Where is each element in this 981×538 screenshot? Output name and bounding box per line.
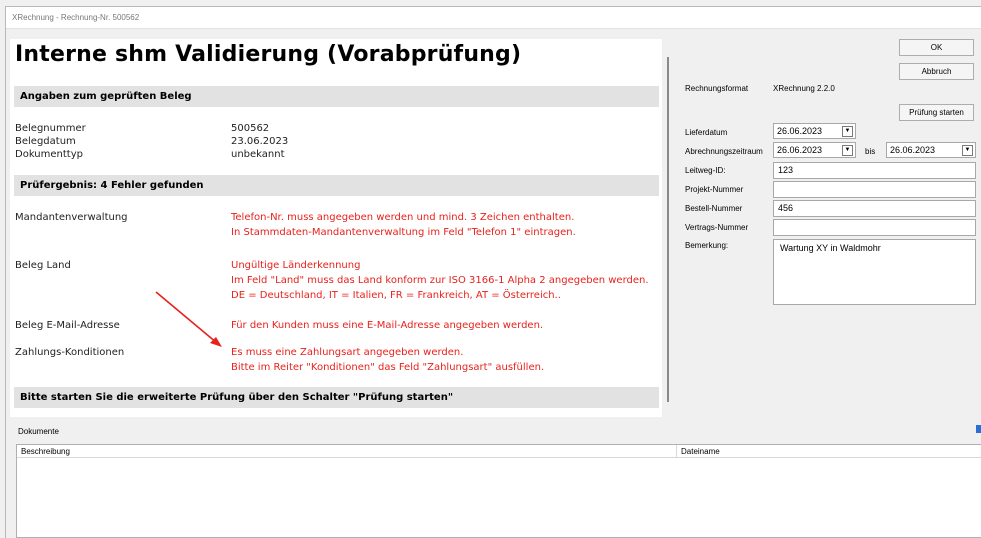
abrechnung-von-value: 26.06.2023 — [777, 145, 823, 155]
vertrags-nummer-label: Vertrags-Nummer — [685, 223, 749, 232]
lieferdatum-label: Lieferdatum — [685, 128, 728, 137]
projekt-nummer-label: Projekt-Nummer — [685, 185, 744, 194]
documents-grid[interactable]: Beschreibung Dateiname — [16, 444, 981, 538]
abrechnung-bis-value: 26.06.2023 — [890, 145, 936, 155]
vertical-divider — [667, 57, 669, 402]
chevron-down-icon[interactable]: ▼ — [842, 145, 853, 156]
projekt-nummer-input[interactable] — [773, 181, 976, 198]
validation-report: Interne shm Validierung (Vorabprüfung) A… — [10, 39, 662, 417]
lieferdatum-picker[interactable]: 26.06.2023 ▼ — [773, 123, 856, 139]
bestell-nummer-input[interactable]: 456 — [773, 200, 976, 217]
bemerkung-textarea[interactable]: Wartung XY in Waldmohr — [773, 239, 976, 305]
lieferdatum-value: 26.06.2023 — [777, 126, 823, 136]
bestell-nummer-label: Bestell-Nummer — [685, 204, 743, 213]
rechnungsformat-value: XRechnung 2.2.0 — [773, 84, 835, 93]
leitweg-id-input[interactable]: 123 — [773, 162, 976, 179]
dokumente-label: Dokumente — [18, 427, 59, 436]
bemerkung-label: Bemerkung: — [685, 241, 729, 250]
chevron-down-icon[interactable]: ▼ — [842, 126, 853, 137]
bis-label: bis — [865, 147, 876, 156]
abrechnung-von-picker[interactable]: 26.06.2023 ▼ — [773, 142, 856, 158]
vertrags-nummer-input[interactable] — [773, 219, 976, 236]
leitweg-id-label: Leitweg-ID: — [685, 166, 726, 175]
abrechnungszeitraum-label: Abrechnungszeitraum — [685, 147, 763, 156]
chevron-down-icon[interactable]: ▼ — [962, 145, 973, 156]
ok-button[interactable]: OK — [899, 39, 974, 56]
column-header-dateiname[interactable]: Dateiname — [677, 445, 981, 458]
annotation-arrow-icon — [155, 291, 222, 347]
rechnungsformat-label: Rechnungsformat — [685, 84, 749, 93]
column-header-beschreibung[interactable]: Beschreibung — [17, 445, 677, 458]
expand-icon[interactable] — [976, 425, 981, 433]
pruefung-starten-button[interactable]: Prüfung starten — [899, 104, 974, 121]
xrechnung-window: XRechnung - Rechnung-Nr. 500562 Interne … — [5, 6, 981, 538]
abrechnung-bis-picker[interactable]: 26.06.2023 ▼ — [886, 142, 976, 158]
window-title: XRechnung - Rechnung-Nr. 500562 — [6, 7, 981, 29]
abbruch-button[interactable]: Abbruch — [899, 63, 974, 80]
